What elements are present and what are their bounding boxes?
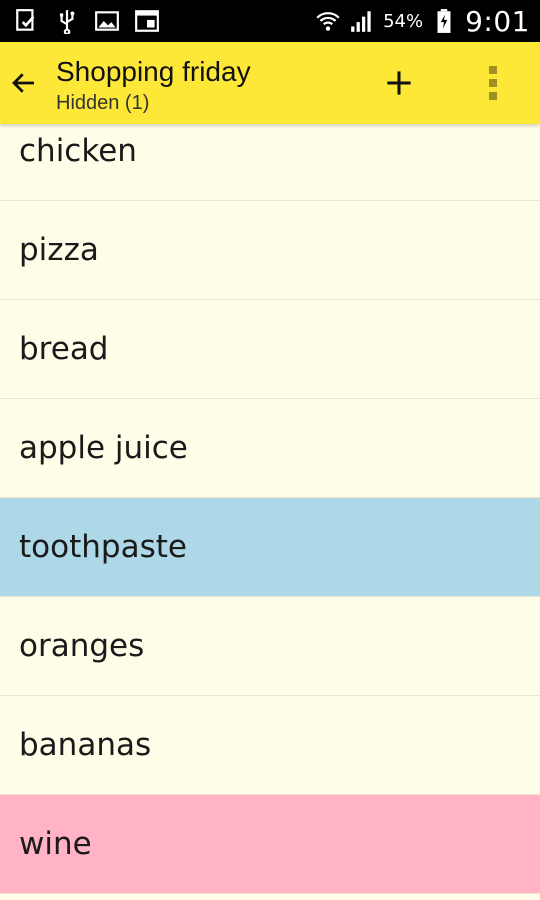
back-button[interactable] xyxy=(4,62,44,104)
list-item-label: wine xyxy=(19,826,92,862)
shopping-list: chicken pizza bread apple juice toothpas… xyxy=(0,102,540,894)
list-item-label: pizza xyxy=(19,232,99,268)
list-item-label: toothpaste xyxy=(19,529,187,565)
battery-charging-icon xyxy=(437,9,451,33)
list-item-label: chicken xyxy=(19,133,137,169)
overflow-menu-icon xyxy=(489,66,497,100)
signal-icon xyxy=(351,11,371,32)
battery-percent: 54% xyxy=(383,10,424,32)
image-icon xyxy=(95,11,119,31)
list-item[interactable]: bananas xyxy=(0,696,540,795)
overflow-menu-button[interactable] xyxy=(478,62,508,104)
list-item[interactable]: apple juice xyxy=(0,399,540,498)
status-bar-left xyxy=(14,8,160,34)
list-item-label: apple juice xyxy=(19,430,188,466)
list-item[interactable]: bread xyxy=(0,300,540,399)
clock: 9:01 xyxy=(465,4,530,38)
list-item[interactable]: wine xyxy=(0,795,540,894)
list-item-label: bread xyxy=(19,331,109,367)
screen-icon xyxy=(135,10,159,32)
list-item[interactable]: oranges xyxy=(0,597,540,696)
status-bar-right: 54% 9:01 xyxy=(315,5,530,38)
list-item-label: bananas xyxy=(19,727,152,763)
arrow-left-icon xyxy=(12,73,34,93)
status-bar: 54% 9:01 xyxy=(0,0,540,42)
add-item-button[interactable] xyxy=(378,62,420,104)
notification-icon xyxy=(16,9,35,31)
page-title: Shopping friday xyxy=(56,56,251,87)
list-item-label: oranges xyxy=(19,628,145,664)
app-bar: Shopping friday Hidden (1) xyxy=(0,42,540,124)
page-subtitle: Hidden (1) xyxy=(56,92,150,114)
list-item[interactable]: toothpaste xyxy=(0,498,540,597)
wifi-icon xyxy=(316,12,340,31)
plus-icon xyxy=(387,71,411,95)
list-item[interactable]: pizza xyxy=(0,201,540,300)
usb-icon xyxy=(59,10,75,34)
